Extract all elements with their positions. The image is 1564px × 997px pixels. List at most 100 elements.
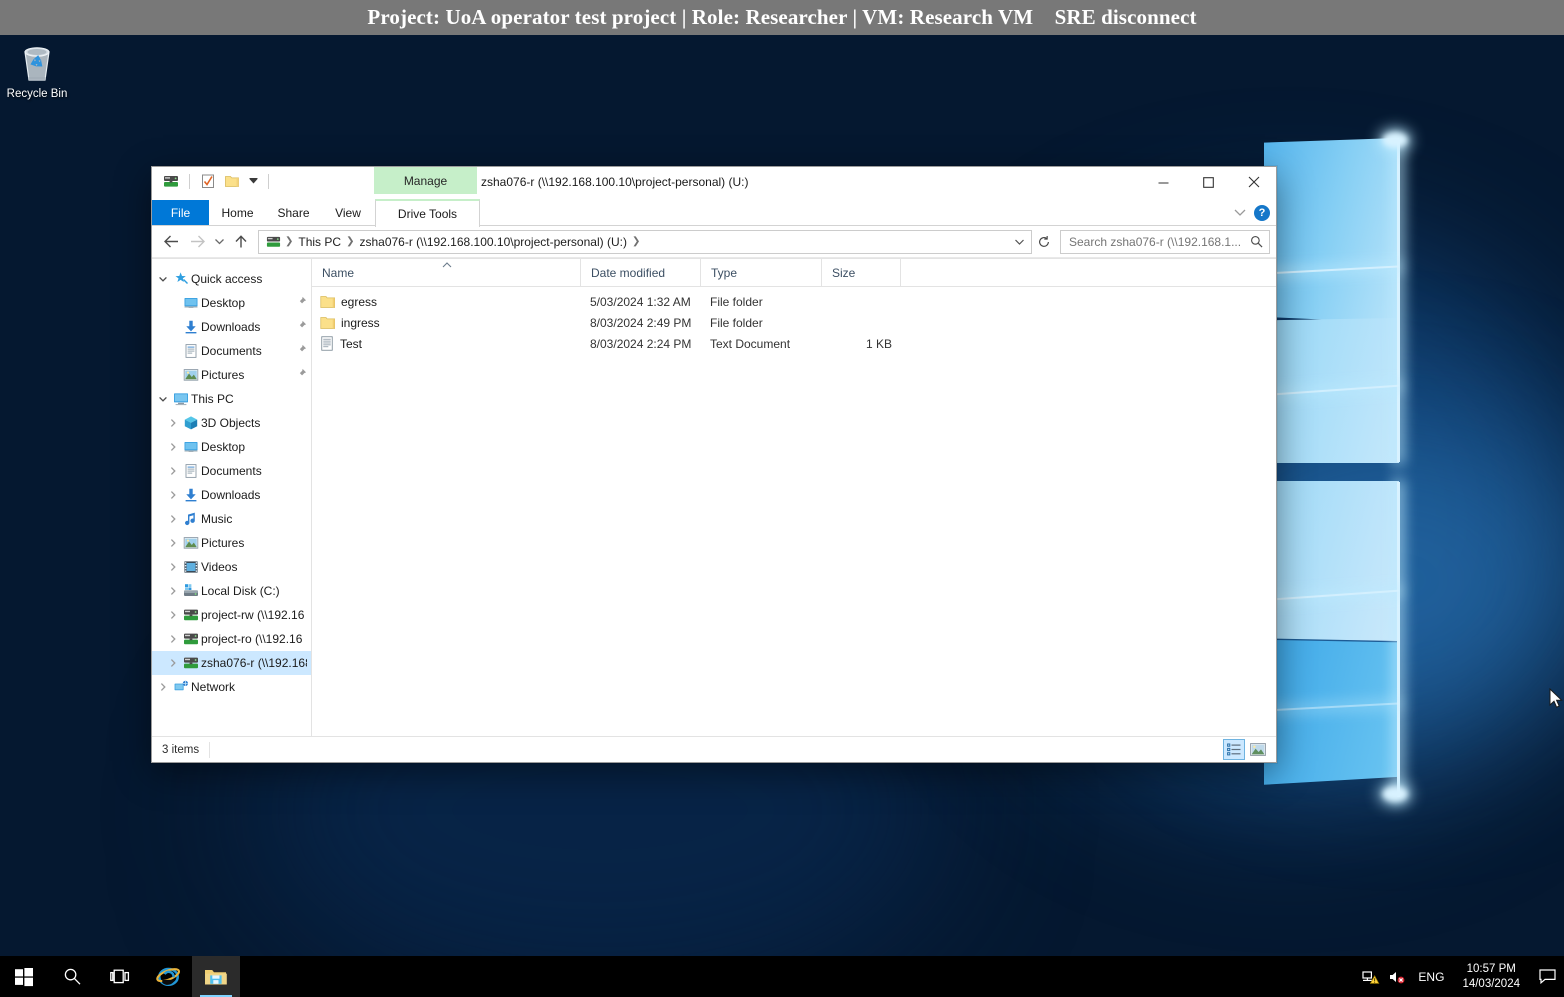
sidebar-item-network[interactable]: Network <box>152 675 311 699</box>
navigation-pane[interactable]: Quick access Desktop Downloads Documents Pic… <box>152 259 312 736</box>
file-name-cell[interactable]: egress <box>312 295 580 309</box>
address-dropdown-icon[interactable] <box>1011 238 1027 246</box>
chevron-right-icon[interactable] <box>154 682 171 692</box>
sidebar-item-documents[interactable]: Documents <box>152 339 311 363</box>
address-bar-row[interactable]: ❯ This PC ❯ zsha076-r (\\192.168.100.10\… <box>152 226 1276 258</box>
contextual-tab-group-manage[interactable]: Manage <box>374 167 477 194</box>
tab-file[interactable]: File <box>152 200 209 225</box>
file-name-cell[interactable]: ingress <box>312 316 580 330</box>
properties-icon[interactable] <box>198 171 218 191</box>
sidebar-item-videos[interactable]: Videos <box>152 555 311 579</box>
details-view-button[interactable] <box>1223 739 1245 760</box>
chevron-right-icon[interactable] <box>164 658 181 668</box>
refresh-button[interactable] <box>1032 230 1056 254</box>
pin-icon[interactable] <box>290 320 307 334</box>
action-center-button[interactable] <box>1530 956 1564 997</box>
sidebar-item-desktop[interactable]: Desktop <box>152 435 311 459</box>
clock[interactable]: 10:57 PM 14/03/2024 <box>1452 956 1530 997</box>
chevron-right-icon[interactable] <box>164 610 181 620</box>
window-controls[interactable] <box>1141 167 1276 197</box>
sidebar-item-project-rw-192-16[interactable]: project-rw (\\192.16 <box>152 603 311 627</box>
column-headers[interactable]: Name Date modified Type Size <box>312 259 1276 287</box>
quick-access-toolbar[interactable] <box>152 167 273 195</box>
pin-icon[interactable] <box>290 368 307 382</box>
sidebar-item-pictures[interactable]: Pictures <box>152 531 311 555</box>
chevron-right-icon[interactable] <box>164 466 181 476</box>
sidebar-item-downloads[interactable]: Downloads <box>152 483 311 507</box>
large-icons-view-button[interactable] <box>1248 740 1268 759</box>
address-bar[interactable]: ❯ This PC ❯ zsha076-r (\\192.168.100.10\… <box>258 229 1032 254</box>
forward-button[interactable] <box>184 229 210 255</box>
table-row[interactable]: ingress 8/03/2024 2:49 PM File folder <box>312 312 1276 333</box>
minimize-button[interactable] <box>1141 167 1186 197</box>
chevron-right-icon[interactable] <box>164 514 181 524</box>
sidebar-item-quick-access[interactable]: Quick access <box>152 267 311 291</box>
table-row[interactable]: Test 8/03/2024 2:24 PM Text Document 1 KB <box>312 333 1276 354</box>
pin-icon[interactable] <box>290 344 307 358</box>
column-header-size[interactable]: Size <box>821 259 900 286</box>
tab-view[interactable]: View <box>321 200 375 225</box>
table-row[interactable]: egress 5/03/2024 1:32 AM File folder <box>312 291 1276 312</box>
window-titlebar[interactable]: Manage zsha076-r (\\192.168.100.10\proje… <box>152 167 1276 200</box>
search-icon[interactable] <box>1246 235 1267 248</box>
system-tray[interactable]: ENG 10:57 PM 14/03/2024 <box>1358 956 1564 997</box>
sidebar-item-pictures[interactable]: Pictures <box>152 363 311 387</box>
desktop-icon-recycle-bin[interactable]: Recycle Bin <box>6 40 68 100</box>
tab-share[interactable]: Share <box>266 200 321 225</box>
network-drive-icon[interactable] <box>161 171 181 191</box>
new-folder-icon[interactable] <box>222 171 242 191</box>
task-view-button[interactable] <box>96 956 144 997</box>
breadcrumb[interactable]: ❯ This PC ❯ zsha076-r (\\192.168.100.10\… <box>263 234 1011 249</box>
sidebar-item-downloads[interactable]: Downloads <box>152 315 311 339</box>
file-list[interactable]: egress 5/03/2024 1:32 AM File folder ingres… <box>312 287 1276 736</box>
help-button[interactable]: ? <box>1254 204 1270 221</box>
recent-locations-button[interactable] <box>210 229 228 255</box>
chevron-right-icon[interactable] <box>164 418 181 428</box>
column-header-date-modified[interactable]: Date modified <box>580 259 700 286</box>
ribbon-right-controls[interactable]: ? <box>1234 200 1270 225</box>
search-box[interactable] <box>1060 229 1270 254</box>
column-header-name[interactable]: Name <box>312 259 580 286</box>
sidebar-item-zsha076-r-192-168[interactable]: zsha076-r (\\192.168 <box>152 651 311 675</box>
close-button[interactable] <box>1231 167 1276 197</box>
chevron-right-icon[interactable] <box>164 586 181 596</box>
sidebar-item-music[interactable]: Music <box>152 507 311 531</box>
chevron-right-icon[interactable] <box>164 634 181 644</box>
sidebar-item-desktop[interactable]: Desktop <box>152 291 311 315</box>
up-button[interactable] <box>228 229 254 255</box>
chevron-down-icon[interactable] <box>1234 206 1246 220</box>
sidebar-item-3d-objects[interactable]: 3D Objects <box>152 411 311 435</box>
sidebar-item-local-disk-c[interactable]: Local Disk (C:) <box>152 579 311 603</box>
tab-drive-tools[interactable]: Drive Tools <box>375 199 480 227</box>
chevron-down-icon[interactable] <box>154 274 171 284</box>
breadcrumb-item-this-pc[interactable]: This PC <box>294 235 345 249</box>
search-button[interactable] <box>48 956 96 997</box>
breadcrumb-root-icon[interactable] <box>263 234 284 249</box>
file-list-pane[interactable]: Name Date modified Type Size egress 5/03/… <box>312 259 1276 736</box>
ribbon-tab-strip[interactable]: File Home Share View Drive Tools ? <box>152 199 1276 227</box>
chevron-right-icon[interactable] <box>164 490 181 500</box>
view-toggle-group[interactable] <box>1223 739 1276 760</box>
chevron-right-icon[interactable] <box>164 562 181 572</box>
file-explorer-button[interactable] <box>192 956 240 997</box>
sidebar-item-documents[interactable]: Documents <box>152 459 311 483</box>
network-warning-icon[interactable] <box>1358 956 1384 997</box>
file-explorer-window[interactable]: Manage zsha076-r (\\192.168.100.10\proje… <box>151 166 1277 763</box>
column-header-type[interactable]: Type <box>700 259 821 286</box>
breadcrumb-item-drive[interactable]: zsha076-r (\\192.168.100.10\project-pers… <box>355 235 630 249</box>
maximize-button[interactable] <box>1186 167 1231 197</box>
language-indicator[interactable]: ENG <box>1410 956 1452 997</box>
chevron-right-icon[interactable] <box>164 538 181 548</box>
chevron-down-icon[interactable] <box>154 394 171 404</box>
back-button[interactable] <box>158 229 184 255</box>
internet-explorer-button[interactable] <box>144 956 192 997</box>
file-name-cell[interactable]: Test <box>312 336 580 351</box>
taskbar[interactable]: ENG 10:57 PM 14/03/2024 <box>0 956 1564 997</box>
chevron-down-icon[interactable] <box>246 172 260 190</box>
sidebar-item-project-ro-192-16[interactable]: project-ro (\\192.16 <box>152 627 311 651</box>
sidebar-item-this-pc[interactable]: This PC <box>152 387 311 411</box>
pin-icon[interactable] <box>290 296 307 310</box>
search-input[interactable] <box>1067 233 1246 250</box>
chevron-right-icon[interactable] <box>164 442 181 452</box>
start-button[interactable] <box>0 956 48 997</box>
